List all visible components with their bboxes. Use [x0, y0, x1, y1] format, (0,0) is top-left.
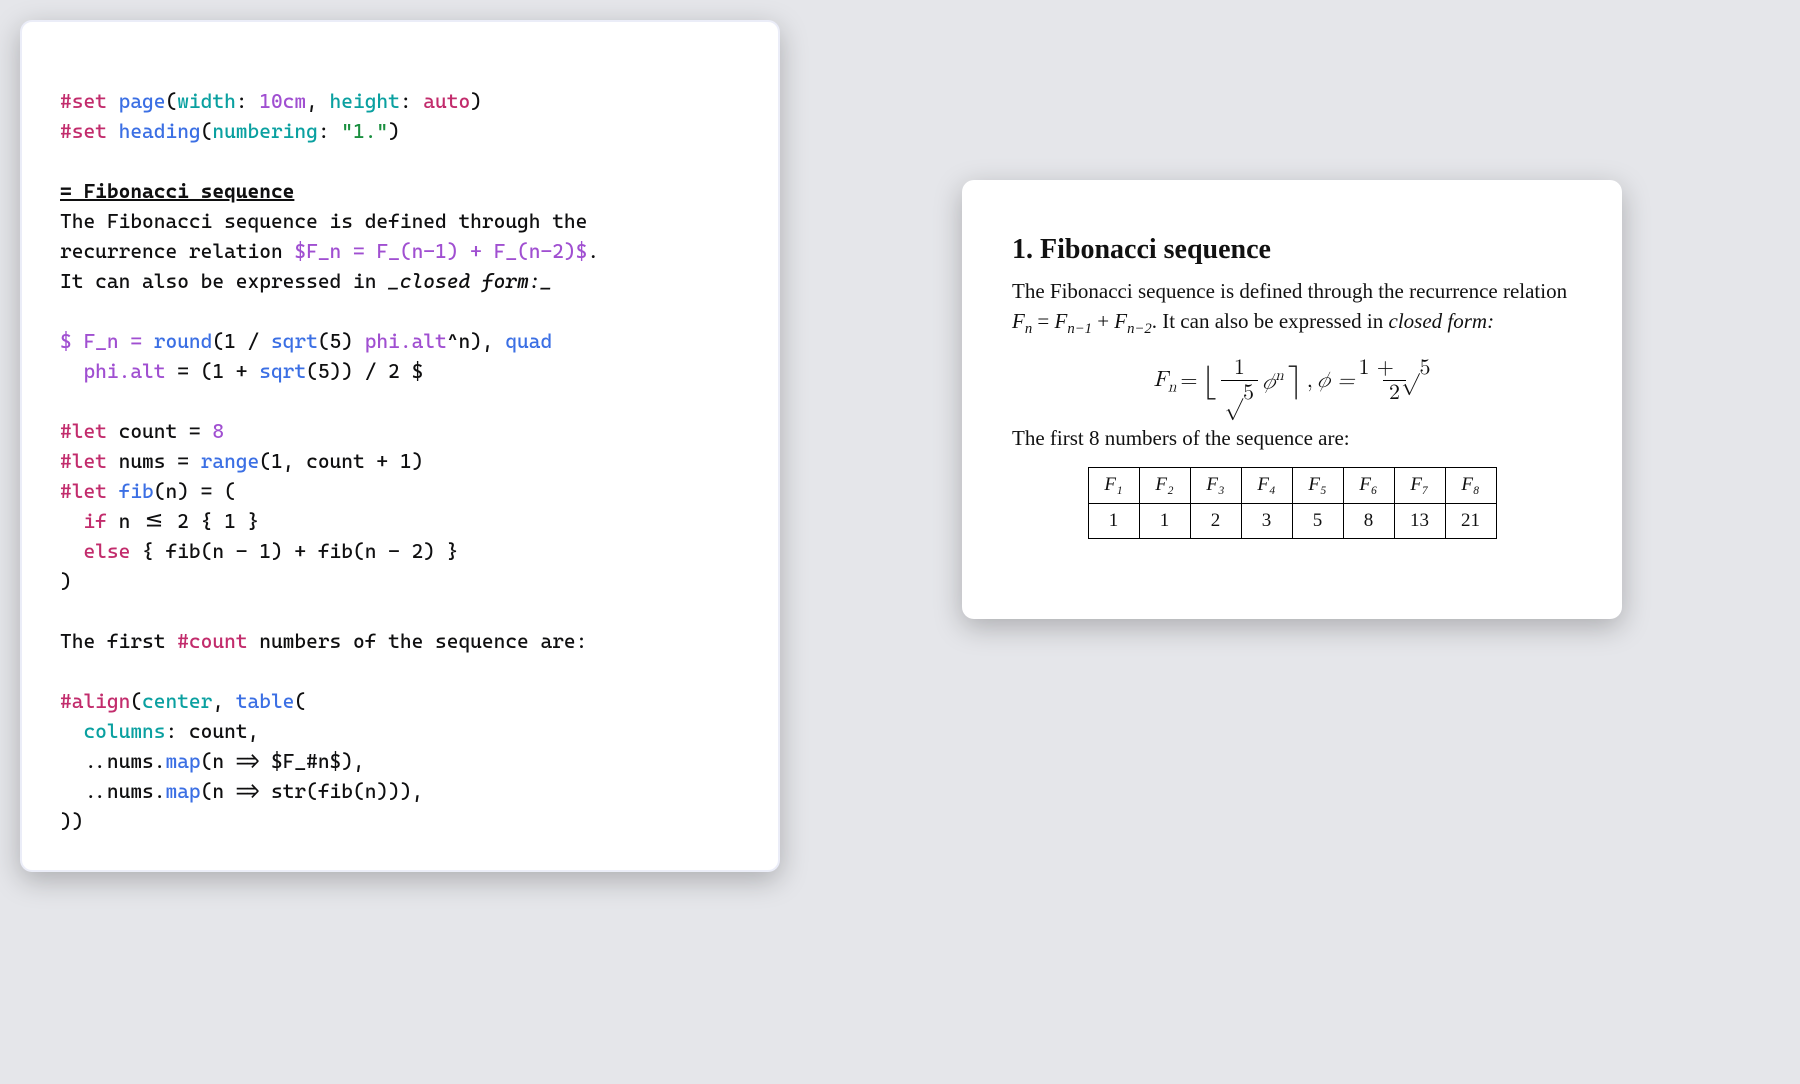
paren: (: [294, 689, 306, 713]
table-cell: 2: [1190, 503, 1241, 539]
render-wrap: 1. Fibonacci sequence The Fibonacci sequ…: [804, 20, 1780, 619]
table-header-cell: F₁: [1088, 467, 1139, 503]
table-header-cell: F₈: [1445, 467, 1496, 503]
val-numbering: "1.": [341, 119, 388, 143]
para-text: It can also be expressed in: [60, 269, 388, 293]
arg-numbering: numbering: [212, 119, 317, 143]
map-args: (n => str(fib(n))),: [201, 779, 424, 803]
table-cell: 13: [1394, 503, 1445, 539]
arg-height: height: [330, 89, 400, 113]
math-block: ^n),: [447, 329, 506, 353]
fib-sig: (n) = (: [154, 479, 236, 503]
close-paren: )): [60, 809, 83, 833]
paren: (: [130, 689, 142, 713]
math-eq: =: [1032, 309, 1054, 333]
table-row: 1 1 2 3 5 8 13 21: [1088, 503, 1496, 539]
math-F: Fn−2: [1114, 309, 1151, 333]
else-body: { fib(n - 1) + fib(n - 2) }: [130, 539, 458, 563]
fn-round: round: [154, 329, 213, 353]
math-F: Fn: [1012, 309, 1032, 333]
map-line: ..nums.: [60, 779, 165, 803]
table-header-cell: F₂: [1139, 467, 1190, 503]
fn-page: page: [119, 89, 166, 113]
phi-alt: phi.alt: [60, 359, 165, 383]
math-plus: +: [1092, 309, 1114, 333]
math-block: = (1 +: [165, 359, 259, 383]
table-cell: 5: [1292, 503, 1343, 539]
close-paren: ): [60, 569, 72, 593]
fn-sqrt: sqrt: [259, 359, 306, 383]
para-text: The Fibonacci sequence is defined throug…: [60, 209, 587, 233]
table-header-cell: F₄: [1241, 467, 1292, 503]
rendered-heading: 1. Fibonacci sequence: [1012, 230, 1572, 269]
keyword-set: #set: [60, 119, 107, 143]
table-cell: 1: [1088, 503, 1139, 539]
range-args: (1, count + 1): [259, 449, 423, 473]
map-args: (n => $F_#n$),: [201, 749, 365, 773]
inline-math: $F_n = F_(n-1) + F_(n-2)$: [294, 239, 587, 263]
fibonacci-table: F₁ F₂ F₃ F₄ F₅ F₆ F₇ F₈ 1 1 2 3 5 8 13 2…: [1088, 467, 1497, 539]
fn-range: range: [201, 449, 260, 473]
para-text: .: [587, 239, 599, 263]
first-n-text: The first 8 numbers of the sequence are:: [1012, 424, 1572, 453]
para-text: numbers of the sequence are:: [248, 629, 588, 653]
para-text: The first: [60, 629, 177, 653]
map-line: ..nums.: [60, 749, 165, 773]
keyword-else: else: [83, 539, 130, 563]
para-text: The Fibonacci sequence is defined throug…: [1012, 279, 1567, 303]
val-auto: auto: [423, 89, 470, 113]
table-header-cell: F₅: [1292, 467, 1343, 503]
source-code-panel: #set page(width: 10cm, height: auto) #se…: [20, 20, 780, 872]
fn-map: map: [165, 749, 200, 773]
fn-sqrt: sqrt: [271, 329, 318, 353]
rendered-paragraph: The Fibonacci sequence is defined throug…: [1012, 277, 1572, 339]
table-cell: 1: [1139, 503, 1190, 539]
columns-val: : count,: [165, 719, 259, 743]
arg-center: center: [142, 689, 212, 713]
keyword-if: if: [83, 509, 106, 533]
val-width: 10cm: [259, 89, 306, 113]
hash-count: #count: [177, 629, 247, 653]
display-equation: Fn = ⌊ 1 √5 𝜙n ⌉ , 𝜙 = 1 + √5 2: [1012, 357, 1572, 405]
val-count: 8: [212, 419, 224, 443]
fn-fib: fib: [119, 479, 154, 503]
keyword-let: #let: [60, 419, 107, 443]
keyword-let: #let: [60, 449, 107, 473]
emphasis: _closed form:_: [388, 269, 552, 293]
table-header-cell: F₃: [1190, 467, 1241, 503]
math-block: $ F_n =: [60, 329, 154, 353]
fn-table: table: [236, 689, 295, 713]
table-header-cell: F₆: [1343, 467, 1394, 503]
ident-count: count: [119, 419, 178, 443]
if-cond: n <= 2 { 1 }: [107, 509, 259, 533]
fn-quad: quad: [505, 329, 552, 353]
ident-nums: nums: [119, 449, 166, 473]
table-cell: 21: [1445, 503, 1496, 539]
keyword-align: #align: [60, 689, 130, 713]
heading-markup: = Fibonacci sequence: [60, 179, 294, 203]
math-block: (1 /: [212, 329, 271, 353]
table-header-cell: F₇: [1394, 467, 1445, 503]
table-cell: 8: [1343, 503, 1394, 539]
closed-form-text: closed form:: [1389, 309, 1495, 333]
rendered-output-panel: 1. Fibonacci sequence The Fibonacci sequ…: [962, 180, 1622, 619]
math-block: (5): [318, 329, 365, 353]
table-cell: 3: [1241, 503, 1292, 539]
math-F: Fn−1: [1055, 309, 1092, 333]
keyword-set: #set: [60, 89, 107, 113]
keyword-let: #let: [60, 479, 107, 503]
fn-heading: heading: [119, 119, 201, 143]
table-row: F₁ F₂ F₃ F₄ F₅ F₆ F₇ F₈: [1088, 467, 1496, 503]
arg-width: width: [177, 89, 236, 113]
para-text: recurrence relation: [60, 239, 294, 263]
phi-alt: phi.alt: [365, 329, 447, 353]
math-block: (5)) / 2 $: [306, 359, 423, 383]
fn-map: map: [165, 779, 200, 803]
para-text: . It can also be expressed in: [1152, 309, 1389, 333]
arg-columns: columns: [83, 719, 165, 743]
